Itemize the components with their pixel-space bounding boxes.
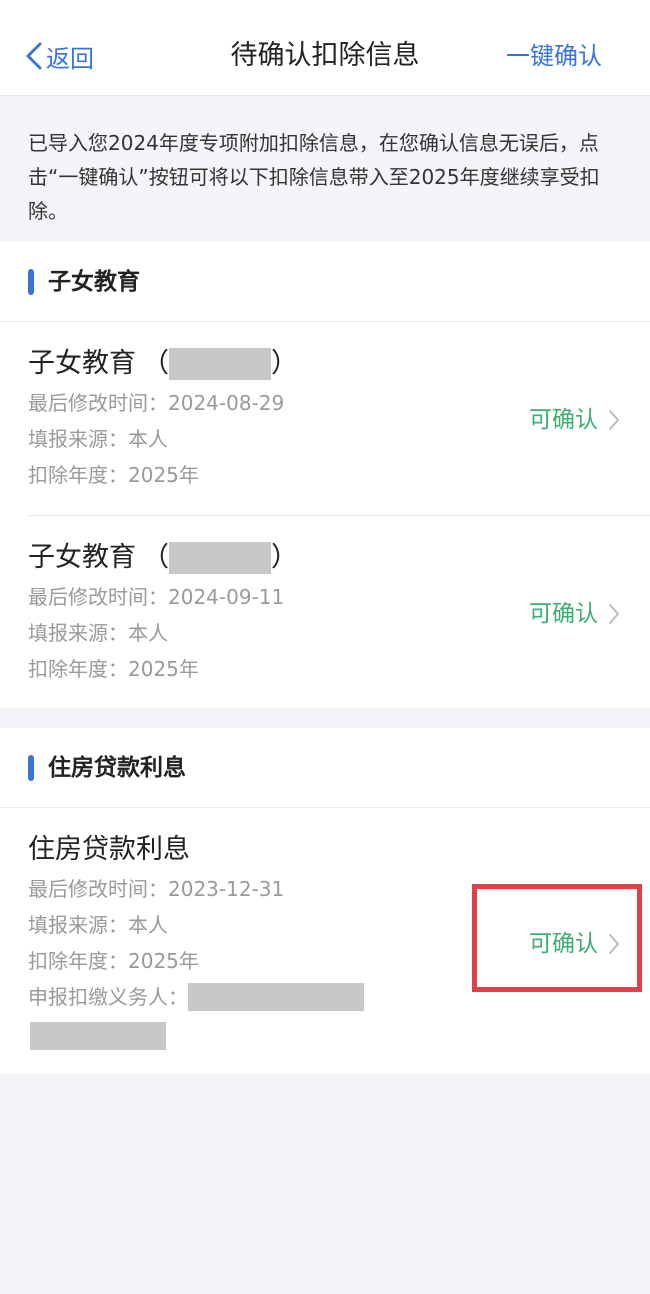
item-withholder: 申报扣缴义务人： bbox=[28, 982, 364, 1012]
section-accent-bar bbox=[28, 269, 34, 295]
highlight-annotation-box bbox=[472, 884, 642, 992]
item-source: 填报来源：本人 bbox=[28, 913, 168, 937]
item-source: 填报来源：本人 bbox=[28, 621, 168, 645]
item-modified-time: 最后修改时间：2024-08-29 bbox=[28, 391, 285, 415]
deduction-item[interactable]: 子女教育 （ ） 最后修改时间：2024-09-11 填报来源：本人 扣除年度：… bbox=[0, 516, 650, 708]
item-deduction-year: 扣除年度：2025年 bbox=[28, 463, 199, 487]
confirm-status-button[interactable]: 可确认 bbox=[529, 400, 620, 440]
redacted-name bbox=[169, 542, 271, 574]
item-title: 住房贷款利息 bbox=[28, 830, 190, 870]
one-click-confirm-button[interactable]: 一键确认 bbox=[506, 36, 602, 76]
confirm-status-button[interactable]: 可确认 bbox=[529, 594, 620, 634]
redacted-withholder bbox=[188, 983, 364, 1011]
item-title: 子女教育 （ ） bbox=[28, 344, 298, 384]
section-header-child-education: 子女教育 bbox=[0, 242, 650, 322]
item-modified-time: 最后修改时间：2023-12-31 bbox=[28, 877, 285, 901]
section-accent-bar bbox=[28, 755, 34, 781]
import-notice: 已导入您2024年度专项附加扣除信息，在您确认信息无误后，点击“一键确认”按钮可… bbox=[28, 131, 600, 223]
item-title: 子女教育 （ ） bbox=[28, 538, 298, 578]
item-title-text: 子女教育 bbox=[28, 542, 136, 573]
redacted-withholder-continued bbox=[30, 1022, 166, 1050]
item-title-close-paren: ） bbox=[271, 542, 298, 573]
item-source: 填报来源：本人 bbox=[28, 427, 168, 451]
item-deduction-year: 扣除年度：2025年 bbox=[28, 657, 199, 681]
item-title-text: 子女教育 bbox=[28, 348, 136, 379]
confirm-status-label: 可确认 bbox=[529, 601, 598, 627]
section-title: 子女教育 bbox=[48, 269, 140, 295]
section-title: 住房贷款利息 bbox=[48, 755, 186, 781]
confirm-status-label: 可确认 bbox=[529, 407, 598, 433]
navigation-bar: 返回 待确认扣除信息 一键确认 bbox=[0, 0, 650, 96]
chevron-right-icon bbox=[609, 604, 619, 624]
chevron-right-icon bbox=[609, 410, 619, 430]
section-header-housing-loan: 住房贷款利息 bbox=[0, 728, 650, 808]
item-title-open-paren: （ bbox=[142, 542, 169, 573]
item-modified-time: 最后修改时间：2024-09-11 bbox=[28, 585, 285, 609]
redacted-name bbox=[169, 348, 271, 380]
item-title-text: 住房贷款利息 bbox=[28, 834, 190, 865]
item-withholder-label: 申报扣缴义务人： bbox=[28, 985, 188, 1009]
item-title-close-paren: ） bbox=[271, 348, 298, 379]
item-deduction-year: 扣除年度：2025年 bbox=[28, 949, 199, 973]
deduction-item[interactable]: 子女教育 （ ） 最后修改时间：2024-08-29 填报来源：本人 扣除年度：… bbox=[0, 322, 650, 516]
item-title-open-paren: （ bbox=[142, 348, 169, 379]
